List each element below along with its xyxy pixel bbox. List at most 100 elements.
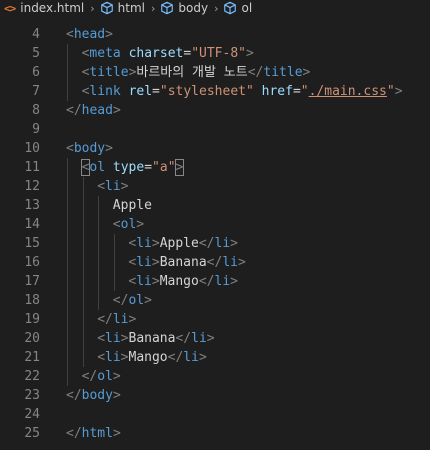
code-token: >: [151, 274, 160, 289]
code-token: >: [136, 217, 145, 232]
line-number: 10: [24, 141, 40, 156]
chevron-right-icon: ›: [90, 1, 95, 15]
breadcrumb-item-html[interactable]: html: [100, 1, 145, 15]
symbol-element-icon: [224, 1, 237, 15]
code-line[interactable]: 17 <li>Mango</li>: [0, 272, 430, 291]
code-line[interactable]: 21 <li>Mango</li>: [0, 348, 430, 367]
breadcrumb-item-body[interactable]: body: [160, 1, 208, 15]
code-token: title: [89, 65, 129, 80]
code-line[interactable]: 18 </ol>: [0, 291, 430, 310]
symbol-element-icon: [161, 1, 174, 15]
code-token: >: [174, 159, 185, 176]
code-line[interactable]: 9: [0, 120, 430, 139]
code-token: li: [112, 312, 129, 327]
code-text: <ol type="a">: [80, 158, 185, 177]
code-token: </: [247, 65, 264, 80]
symbol-element-icon: [100, 1, 113, 15]
breadcrumb: <> index.html › html › body › ol: [0, 0, 430, 16]
code-token: li: [105, 350, 121, 365]
code-token: body: [81, 388, 113, 403]
code-token: li: [136, 274, 152, 289]
code-line[interactable]: 16 <li>Banana</li>: [0, 253, 430, 272]
code-token: ol: [128, 293, 145, 308]
line-number: 5: [32, 46, 40, 61]
code-token: Apple: [112, 198, 152, 213]
code-text: <title>바르바의 개발 노트</title>: [82, 63, 311, 82]
code-token: >: [112, 426, 121, 441]
code-text: <li>Banana</li>: [97, 329, 214, 348]
code-token: Mango: [159, 274, 199, 289]
code-text: Apple: [113, 196, 152, 215]
code-token: <: [97, 350, 106, 365]
code-token: <: [97, 331, 106, 346]
line-number: 23: [24, 388, 40, 403]
code-token: ol: [120, 217, 137, 232]
code-line[interactable]: 8 </head>: [0, 101, 430, 120]
breadcrumb-item-ol[interactable]: ol: [223, 1, 252, 15]
code-line[interactable]: 10 <body>: [0, 139, 430, 158]
code-token: "a": [152, 160, 176, 175]
code-token: >: [198, 350, 207, 365]
code-line[interactable]: 4 <head>: [0, 25, 430, 44]
code-token: </: [66, 388, 82, 403]
line-number: 21: [24, 350, 40, 365]
code-token: ./main.css: [308, 84, 387, 99]
code-line[interactable]: 12 <li>: [0, 177, 430, 196]
code-token: li: [214, 236, 231, 251]
code-line[interactable]: 24: [0, 405, 430, 424]
code-token: </: [97, 312, 113, 327]
code-token: type: [112, 160, 145, 175]
line-number: 19: [24, 312, 40, 327]
code-token: <: [66, 141, 74, 156]
code-token: </: [66, 426, 82, 441]
code-token: href: [261, 84, 293, 99]
code-token: =: [292, 84, 301, 99]
line-number: 24: [24, 407, 40, 422]
line-number: 14: [24, 217, 40, 232]
code-line[interactable]: 23 </body>: [0, 386, 430, 405]
code-line[interactable]: 7 <link rel="stylesheet" href="./main.css…: [0, 82, 430, 101]
code-token: >: [112, 103, 121, 118]
code-token: >: [112, 369, 121, 384]
code-token: =: [152, 84, 160, 99]
code-line[interactable]: 20 <li>Banana</li>: [0, 329, 430, 348]
code-token: <: [112, 217, 121, 232]
line-number: 25: [24, 426, 40, 441]
code-token: 바르바의 개발 노트: [136, 65, 248, 80]
code-text: <li>Banana</li>: [128, 253, 245, 272]
code-token: head: [81, 103, 113, 118]
code-line[interactable]: 5 <meta charset="UTF-8">: [0, 44, 430, 63]
code-token: >: [230, 274, 238, 289]
code-text: </head>: [66, 101, 121, 120]
code-token: link: [89, 84, 129, 99]
code-editor[interactable]: <> index.html › html › body › ol 4 <head>…: [0, 0, 430, 450]
line-number: 12: [24, 179, 40, 194]
code-token: charset: [128, 46, 184, 61]
code-token: =: [183, 46, 192, 61]
breadcrumb-file-label: index.html: [20, 1, 85, 15]
code-token: </: [206, 255, 223, 270]
code-line[interactable]: 13 Apple: [0, 196, 430, 215]
line-number: 11: [24, 160, 40, 175]
code-token: >: [120, 350, 129, 365]
code-token: </: [198, 274, 215, 289]
code-line[interactable]: 19 </li>: [0, 310, 430, 329]
code-token: title: [263, 65, 303, 80]
html-file-icon: <>: [4, 1, 16, 15]
breadcrumb-item-label: body: [178, 1, 209, 15]
code-text: <link rel="stylesheet" href="./main.css"…: [82, 82, 403, 101]
code-line[interactable]: 25 </html>: [0, 424, 430, 443]
breadcrumb-file[interactable]: <> index.html: [0, 1, 84, 15]
code-line[interactable]: 11 <ol type="a">: [0, 158, 430, 177]
code-token: >: [144, 293, 152, 308]
code-line[interactable]: 14 <ol>: [0, 215, 430, 234]
code-line[interactable]: 6 <title>바르바의 개발 노트</title>: [0, 63, 430, 82]
code-line[interactable]: 22 </ol>: [0, 367, 430, 386]
line-number: 9: [32, 122, 40, 137]
code-token: li: [222, 255, 238, 270]
code-line[interactable]: 15 <li>Apple</li>: [0, 234, 430, 253]
code-token: head: [73, 27, 106, 42]
line-number: 6: [32, 65, 40, 80]
line-number: 18: [24, 293, 40, 308]
code-token: li: [214, 274, 231, 289]
